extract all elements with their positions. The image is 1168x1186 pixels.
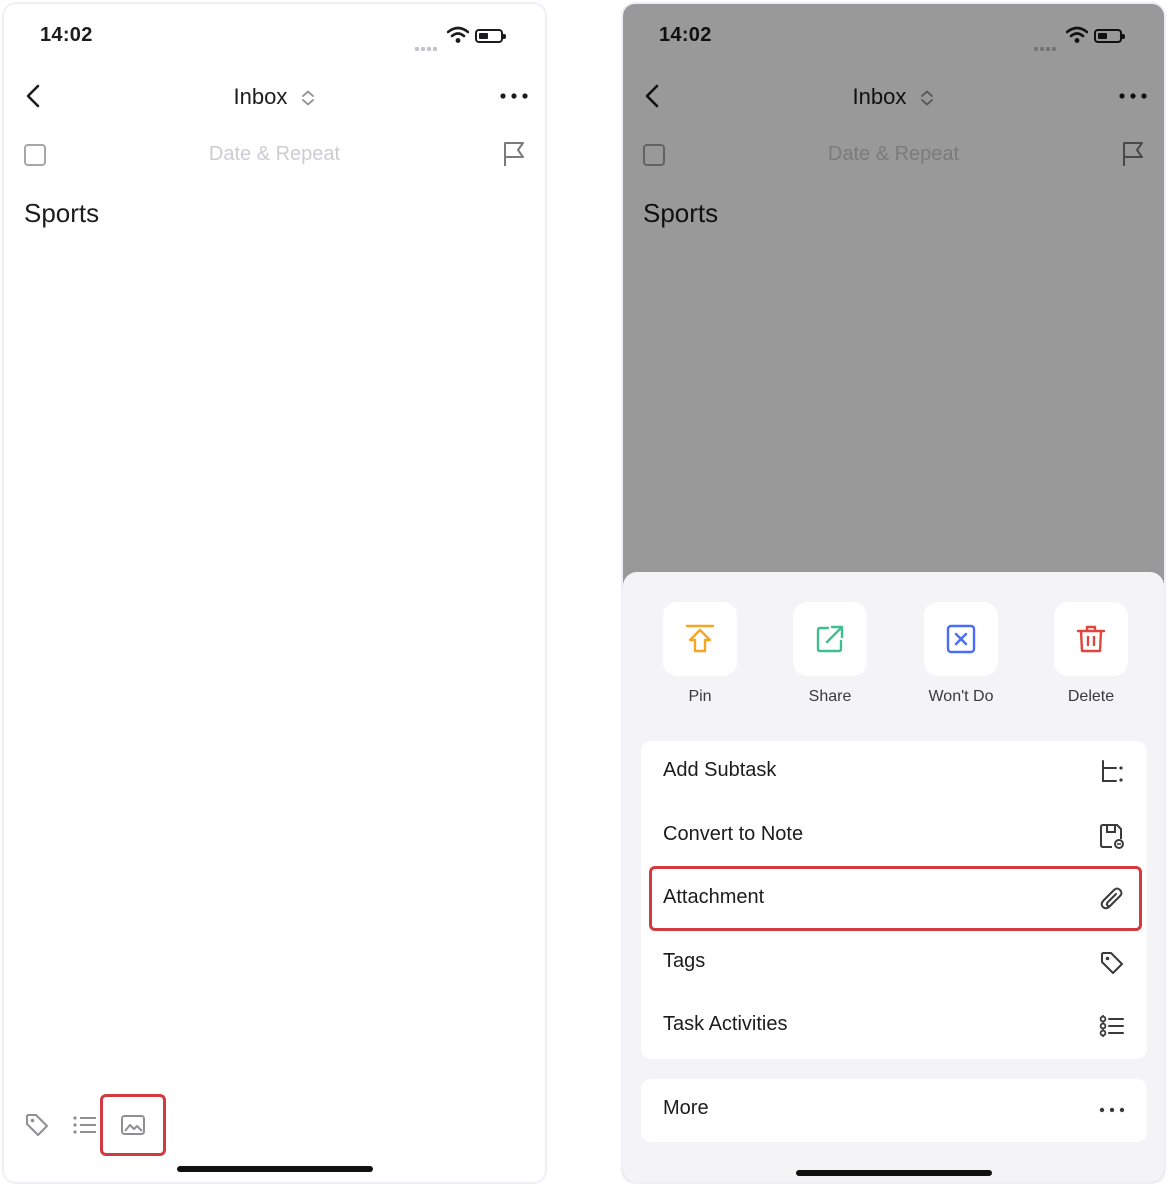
menu-item-label: Add Subtask — [663, 759, 777, 781]
pin-action[interactable]: Pin — [650, 602, 750, 706]
menu-item-convert-to-note[interactable]: Convert to Note — [641, 805, 1147, 869]
menu-item-label: Tags — [663, 949, 706, 972]
signal-icon — [415, 38, 439, 56]
list-icon[interactable] — [72, 1112, 98, 1138]
menu-item-add-subtask[interactable]: Add Subtask — [641, 741, 1147, 805]
share-action[interactable]: Share — [780, 602, 880, 706]
task-title[interactable]: Sports — [24, 198, 99, 229]
menu-item-task-activities[interactable]: Task Activities — [641, 995, 1147, 1059]
delete-label: Delete — [1067, 688, 1115, 705]
status-icons — [407, 26, 527, 51]
status-time: 14:02 — [40, 24, 93, 46]
share-label: Share — [808, 688, 852, 705]
delete-action[interactable]: Delete — [1041, 602, 1141, 706]
action-sheet: Pin Share Won't Do Delete Add Subtask Co… — [623, 572, 1164, 1182]
image-button-highlight — [100, 1094, 166, 1156]
home-indicator — [176, 1166, 373, 1172]
menu-item-label: Convert to Note — [663, 822, 804, 845]
share-icon — [816, 625, 844, 653]
more-icon — [1099, 1107, 1125, 1113]
menu-item-label: Task Activities — [663, 1013, 788, 1035]
pin-label: Pin — [688, 688, 712, 705]
attachment-highlight — [649, 866, 1142, 931]
more-card: More — [641, 1079, 1147, 1142]
nav-title[interactable]: Inbox — [4, 84, 545, 110]
more-label: More — [663, 1097, 709, 1119]
pin-icon — [685, 624, 715, 653]
flag-icon[interactable] — [501, 140, 527, 168]
left-phone-screen: 14:02 Inbox Date & Repeat Sports — [2, 2, 547, 1184]
wont-do-icon — [946, 624, 976, 654]
tag-icon — [1101, 951, 1123, 974]
note-icon — [1100, 823, 1124, 849]
more-options-icon[interactable] — [499, 88, 529, 104]
wifi-icon — [447, 26, 469, 43]
right-phone-screen: 14:02 Inbox Date & Repeat Sports Pin Sha… — [621, 2, 1166, 1184]
battery-icon — [475, 29, 506, 43]
wont-do-action[interactable]: Won't Do — [911, 602, 1011, 706]
quick-actions: Pin Share Won't Do Delete — [623, 602, 1164, 712]
trash-icon — [1076, 625, 1106, 653]
menu-item-tags[interactable]: Tags — [641, 932, 1147, 996]
menu-item-more[interactable]: More — [641, 1079, 1147, 1143]
wont-do-label: Won't Do — [928, 688, 994, 705]
tag-icon[interactable] — [24, 1112, 50, 1138]
home-indicator — [795, 1170, 992, 1176]
sort-chevron-icon — [302, 90, 315, 106]
date-repeat-button[interactable]: Date & Repeat — [4, 143, 545, 166]
activity-icon — [1099, 1015, 1124, 1037]
nav-title-label: Inbox — [233, 84, 288, 109]
subtask-icon — [1102, 760, 1123, 782]
